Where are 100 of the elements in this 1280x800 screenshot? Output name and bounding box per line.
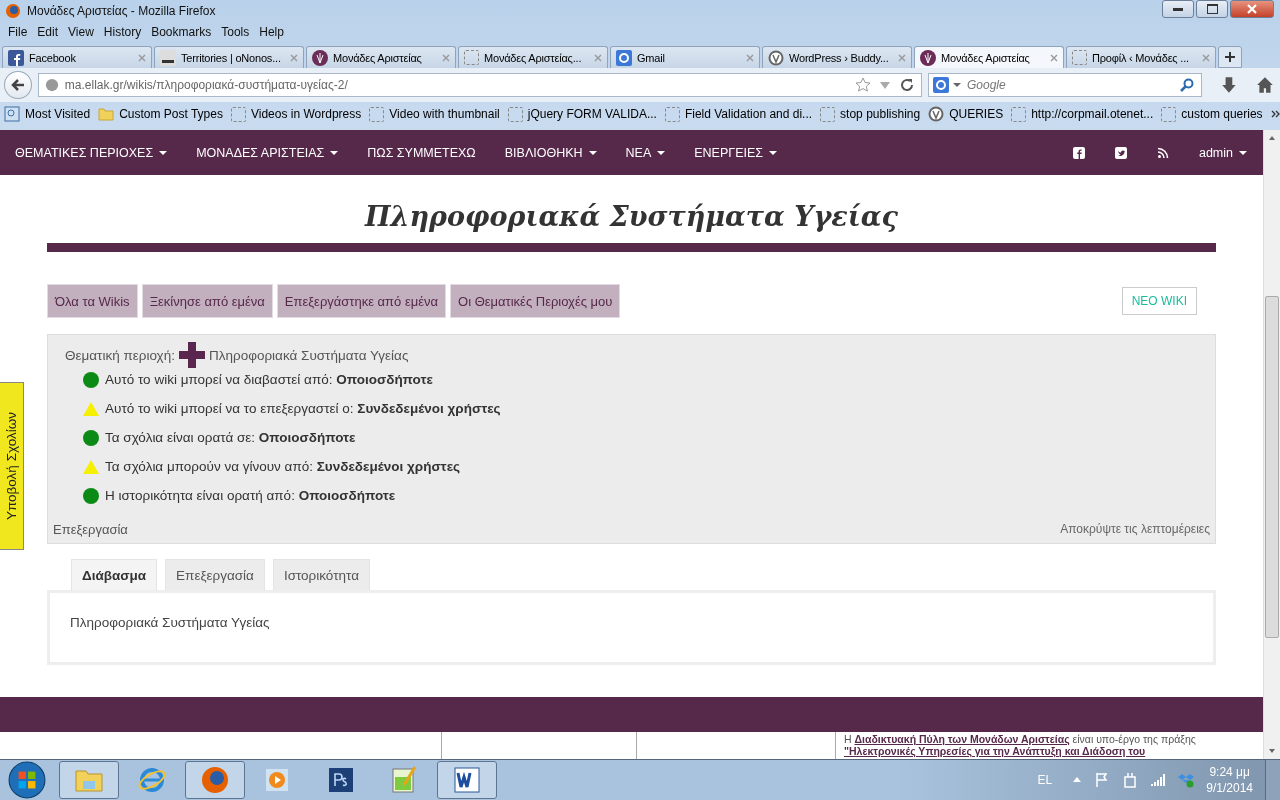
close-tab-icon[interactable] [594,53,602,62]
warning-triangle-icon [83,400,99,417]
browser-tab[interactable]: Facebook [2,46,152,68]
wiki-filter-tab[interactable]: Όλα τα Wikis [47,284,138,318]
permission-text: Τα σχόλια μπορούν να γίνουν από: Συνδεδεμένοι χρήστες [105,459,461,474]
status-dot [83,429,99,446]
taskbar-app[interactable] [185,761,245,799]
window-title: Μονάδες Αριστείας - Mozilla Firefox [27,4,216,18]
power-plug-icon[interactable] [1122,772,1139,788]
menu-item[interactable]: Tools [216,25,255,39]
bookmark-item[interactable]: Most Visited [4,106,91,122]
start-button[interactable] [8,761,46,799]
back-button[interactable] [4,71,32,99]
feedback-side-tab[interactable]: Υποβολή Σχολίων [0,382,24,550]
site-logo-icon [920,49,936,66]
close-tab-icon[interactable] [898,53,906,62]
reload-icon[interactable] [899,77,915,93]
nav-menu-item[interactable]: ΕΝΕΡΓΕΙΕΣ [694,145,778,160]
show-desktop-button[interactable] [1265,760,1280,800]
nav-menu-item[interactable]: ΘΕΜΑΤΙΚΕΣ ΠΕΡΙΟΧΕΣ [15,145,168,160]
new-tab-button[interactable] [1218,46,1242,68]
browser-tab[interactable]: Μονάδες Αριστείας... [458,46,608,68]
close-x-icon [1247,4,1257,14]
nav-menu-item[interactable]: ΜΟΝΑΔΕΣ ΑΡΙΣΤΕΙΑΣ [196,145,339,160]
plus-icon [1224,51,1236,63]
close-tab-icon[interactable] [746,53,754,62]
page-icon [4,106,20,122]
scrollbar[interactable] [1263,130,1280,759]
footer-text: Η Διαδικτυακή Πύλη των Μονάδων Αριστείας είναι υπο-έργο της πράξης "Ηλεκτρονικές Υπηρεσίες για την Ανάπτυξη και Διάδοση του [844,733,1196,757]
blank-page-icon [664,106,680,122]
taskbar-app[interactable] [437,761,497,799]
menu-item[interactable]: Bookmarks [146,25,217,39]
edit-link[interactable]: Επεξεργασία [53,522,128,537]
content-tab[interactable]: Επεξεργασία [165,559,265,590]
permission-text: Τα σχόλια είναι ορατά σε: Οποιοσδήποτε [105,430,356,445]
menu-item[interactable]: History [98,25,147,39]
star-icon[interactable] [855,77,871,93]
bookmark-item[interactable]: QUERIES [928,106,1004,122]
chevron-up-icon[interactable] [1072,775,1083,785]
scroll-down-icon[interactable] [1268,747,1276,755]
browser-tab[interactable]: Gmail [610,46,760,68]
blank-page-icon [820,106,836,122]
content-tab[interactable]: Διάβασμα [71,559,158,590]
search-bar[interactable]: Google [928,73,1203,97]
wiki-filter-tab[interactable]: Οι Θεματικές Περιοχές μου [450,284,621,318]
content-tab[interactable]: Ιστορικότητα [272,559,370,590]
browser-tab[interactable]: Territories | oNonos... [154,46,304,68]
hide-details-link[interactable]: Αποκρύψτε τις λεπτομέρειες [1060,522,1210,537]
wiki-filter-tab[interactable]: Επεξεργάστηκε από εμένα [276,284,447,318]
bookmark-item[interactable]: Videos in Wordpress [230,106,362,122]
blank-page-icon [369,106,385,122]
twitter-icon[interactable] [1114,146,1127,159]
menu-item[interactable]: Edit [32,25,64,39]
close-button[interactable] [1230,0,1274,18]
browser-tab[interactable]: Μονάδες Αριστείας [306,46,456,68]
search-field[interactable]: Google [965,77,1176,93]
nav-menu-item[interactable]: ΒΙΒΛΙΟΘΗΚΗ [504,145,597,160]
menu-item[interactable]: View [63,25,99,39]
bookmark-item[interactable]: stop publishing [820,106,921,122]
address-bar[interactable]: ma.ellak.gr/wikis/πληροφοριακά-συστήματα-υγείας-2/ [37,73,922,97]
site-logo-icon [312,49,328,66]
close-tab-icon[interactable] [1202,53,1210,62]
close-tab-icon[interactable] [1050,53,1058,62]
facebook-icon[interactable] [1072,146,1085,159]
browser-tab[interactable]: WordPress › Buddy... [762,46,912,68]
wiki-filter-tab[interactable]: Ξεκίνησε από εμένα [141,284,273,318]
user-menu[interactable]: admin [1198,145,1247,160]
browser-tab[interactable]: Προφίλ ‹ Μονάδες ... [1066,46,1216,68]
content-text: Πληροφοριακά Συστήματα Υγείας [70,615,270,630]
firefox-icon [5,3,21,19]
chevron-icon[interactable] [1270,109,1280,119]
close-tab-icon[interactable] [138,53,146,62]
bookmark-item[interactable]: custom queries [1161,106,1263,122]
facebook-icon [8,49,24,66]
bookmark-item[interactable]: Video with thumbnail [369,106,500,122]
permission-text: Η ιστορικότητα είναι ορατή από: Οποιοσδήποτε [105,488,396,503]
signal-bars-icon[interactable] [1150,772,1167,788]
close-tab-icon[interactable] [442,53,450,62]
bookmark-item[interactable]: http://corpmail.otenet... [1011,106,1154,122]
minimize-button[interactable] [1162,0,1194,18]
bookmark-item[interactable]: Custom Post Types [98,106,223,122]
wordpress-icon [768,49,784,66]
browser-tab[interactable]: Μονάδες Αριστείας [914,46,1064,68]
caret-icon [953,83,961,87]
blank-page-icon [1072,50,1087,65]
close-tab-icon[interactable] [290,53,298,62]
scroll-up-icon[interactable] [1268,134,1276,142]
rss-icon[interactable] [1156,146,1169,159]
bookmark-item[interactable]: jQuery FORM VALIDA... [507,106,657,122]
menu-item[interactable]: File [3,25,33,39]
bookmark-item[interactable]: Field Validation and di... [664,106,813,122]
thumbnail-icon [160,49,176,66]
menu-item[interactable]: Help [254,25,289,39]
topic-label: Θεματική περιοχή: [65,347,175,363]
search-icon[interactable] [1179,77,1196,93]
topic-link[interactable]: Πληροφοριακά Συστήματα Υγείας [208,347,409,363]
home-icon[interactable] [1256,76,1274,94]
nav-menu-item[interactable]: ΠΩΣ ΣΥΜΜΕΤΕΧΩ [367,145,476,160]
nav-menu-item[interactable]: ΝΕΑ [625,145,666,160]
restore-button[interactable] [1196,0,1228,18]
